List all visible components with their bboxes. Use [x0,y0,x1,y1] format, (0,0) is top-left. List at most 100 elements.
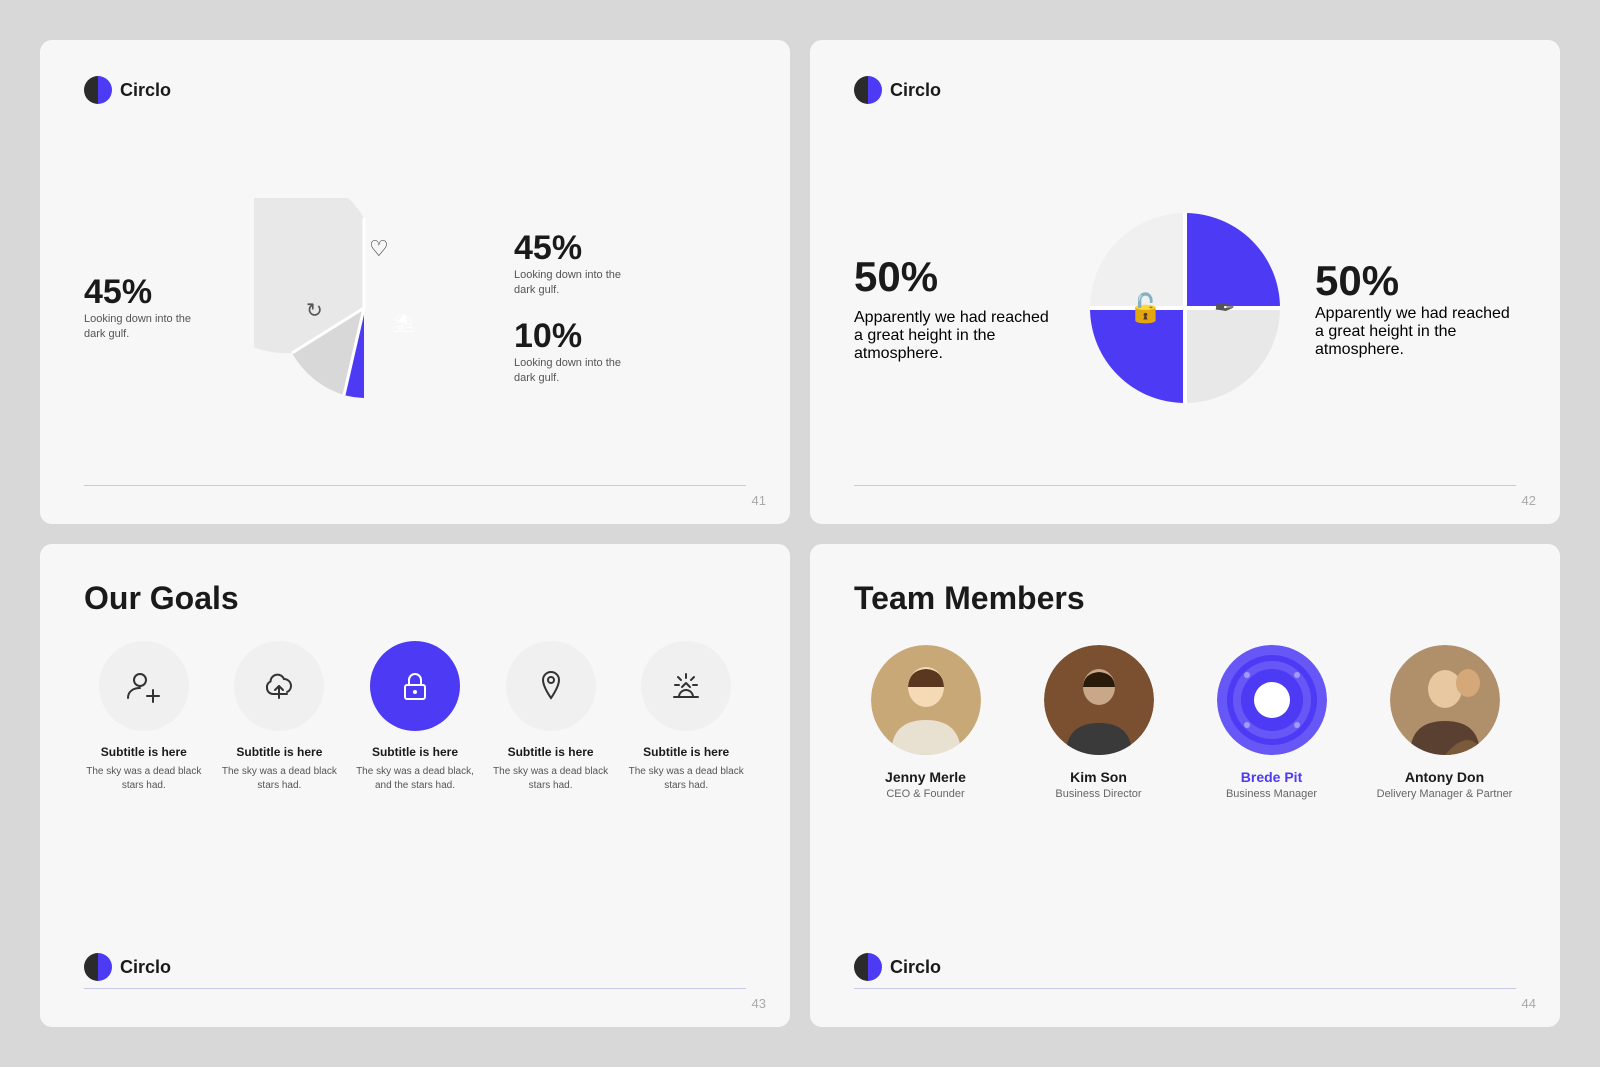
goal-circle-1 [99,641,189,731]
slide-4: Team Members Jenny Merle CEO & Founder [810,544,1560,1028]
member4-role: Delivery Manager & Partner [1377,788,1513,800]
slide2-logo: Circlo [854,76,1516,104]
slide1-stat-2: 10% Looking down into the dark gulf. [514,317,644,387]
slide3-number: 43 [752,996,766,1011]
slide1-stat1-desc: Looking down into the dark gulf. [514,268,644,299]
avatar-antony-svg [1390,645,1500,755]
member3-name: Brede Pit [1241,769,1302,785]
logo-icon [84,76,112,104]
slide2-left-pct: 50% [854,253,1055,301]
team-member-2: Kim Son Business Director [1027,645,1170,800]
pie-svg [254,198,474,418]
slide1-stat2-desc: Looking down into the dark gulf. [514,356,644,387]
slide2-left-desc: Apparently we had reached a great height… [854,309,1055,363]
logo-icon-4 [854,953,882,981]
slide2-right-pct: 50% [1315,257,1516,305]
feather-icon: ✒ [1214,292,1236,323]
slide4-number: 44 [1522,996,1536,1011]
member2-name: Kim Son [1070,769,1127,785]
team-member-1: Jenny Merle CEO & Founder [854,645,997,800]
goal4-subtitle: Subtitle is here [508,745,594,759]
slide1-right-stats: 45% Looking down into the dark gulf. 10%… [514,229,644,387]
slide2-pie: 🔓 ✒ [1075,198,1295,418]
slide1-content: 45% Looking down into the dark gulf. ♡ ↻ [84,120,746,496]
goal2-subtitle: Subtitle is here [236,745,322,759]
goals-row: Subtitle is here The sky was a dead blac… [84,641,746,793]
slide1-left-pct: 45% [84,273,214,312]
goal5-subtitle: Subtitle is here [643,745,729,759]
sunrise-icon [668,668,704,704]
lock-icon: 🔓 [1128,291,1163,324]
member1-role: CEO & Founder [886,788,964,800]
goal-item-1: Subtitle is here The sky was a dead blac… [84,641,204,793]
member1-name: Jenny Merle [885,769,966,785]
member3-role: Business Manager [1226,788,1317,800]
goal-item-3: Subtitle is here The sky was a dead blac… [355,641,475,793]
slide1-stat2-pct: 10% [514,317,644,356]
goal1-subtitle: Subtitle is here [101,745,187,759]
slide4-bottom-line [854,988,1516,989]
slide-2: Circlo 50% Apparently we had reached a g… [810,40,1560,524]
lock-goal-icon [397,668,433,704]
slide2-right-desc: Apparently we had reached a great height… [1315,305,1516,359]
slide-1: Circlo 45% Looking down into the dark gu… [40,40,790,524]
slide2-right-stats: 50% Apparently we had reached a great he… [1315,257,1516,359]
goal-item-2: Subtitle is here The sky was a dead blac… [220,641,340,793]
avatar-kim [1044,645,1154,755]
goal2-desc: The sky was a dead black stars had. [220,765,340,793]
slide1-number: 41 [752,493,766,508]
heart-icon: ♡ [369,236,389,262]
member4-name: Antony Don [1405,769,1484,785]
slide3-bottom-line [84,988,746,989]
slide1-left-desc: Looking down into the dark gulf. [84,312,214,343]
slide1-logo: Circlo [84,76,746,104]
goal3-desc: The sky was a dead black, and the stars … [355,765,475,793]
logo-text-4: Circlo [890,957,941,978]
slide1-stat1-pct: 45% [514,229,644,268]
goal1-desc: The sky was a dead black stars had. [84,765,204,793]
goal4-desc: The sky was a dead black stars had. [491,765,611,793]
slide2-left-stats: 50% Apparently we had reached a great he… [854,253,1055,363]
avatar-kim-svg [1044,645,1154,755]
team-row: Jenny Merle CEO & Founder Kim Son Busine… [854,645,1516,800]
slide4-title: Team Members [854,580,1516,617]
slide2-bottom-line [854,485,1516,486]
slide-3: Our Goals Subtitle is here The sky was a… [40,544,790,1028]
goal-item-4: Subtitle is here The sky was a dead blac… [491,641,611,793]
slide3-title: Our Goals [84,580,746,617]
logo-text-3: Circlo [120,957,171,978]
goal-circle-2 [234,641,324,731]
slide2-number: 42 [1522,493,1536,508]
goal-circle-5 [641,641,731,731]
avatar-antony [1390,645,1500,755]
logo-icon-3 [84,953,112,981]
avatar-brede [1217,645,1327,755]
member2-role: Business Director [1055,788,1141,800]
avatar-jenny [871,645,981,755]
logo-text: Circlo [120,80,171,101]
logo-icon-2 [854,76,882,104]
slide4-logo-bottom: Circlo [854,953,941,981]
goal-circle-4 [506,641,596,731]
slide1-pie: ♡ ↻ ⛱ [254,198,474,418]
avatar-brede-svg [1217,645,1327,755]
avatar-jenny-svg [871,645,981,755]
slide1-left-stat: 45% Looking down into the dark gulf. [84,273,214,343]
refresh-icon: ↻ [306,298,323,323]
add-user-icon [126,668,162,704]
goal-item-5: Subtitle is here The sky was a dead blac… [626,641,746,793]
goal-circle-3 [370,641,460,731]
logo-text-2: Circlo [890,80,941,101]
slide2-content: 50% Apparently we had reached a great he… [854,120,1516,496]
umbrella-icon: ⛱ [392,313,415,334]
team-member-3: Brede Pit Business Manager [1200,645,1343,800]
cloud-upload-icon [261,668,297,704]
slide1-stat-1: 45% Looking down into the dark gulf. [514,229,644,299]
slide3-logo-bottom: Circlo [84,953,171,981]
goal3-subtitle: Subtitle is here [372,745,458,759]
slide2-pie-svg [1075,198,1295,418]
team-member-4: Antony Don Delivery Manager & Partner [1373,645,1516,800]
slide1-bottom-line [84,485,746,486]
goal5-desc: The sky was a dead black stars had. [626,765,746,793]
location-icon [533,668,569,704]
